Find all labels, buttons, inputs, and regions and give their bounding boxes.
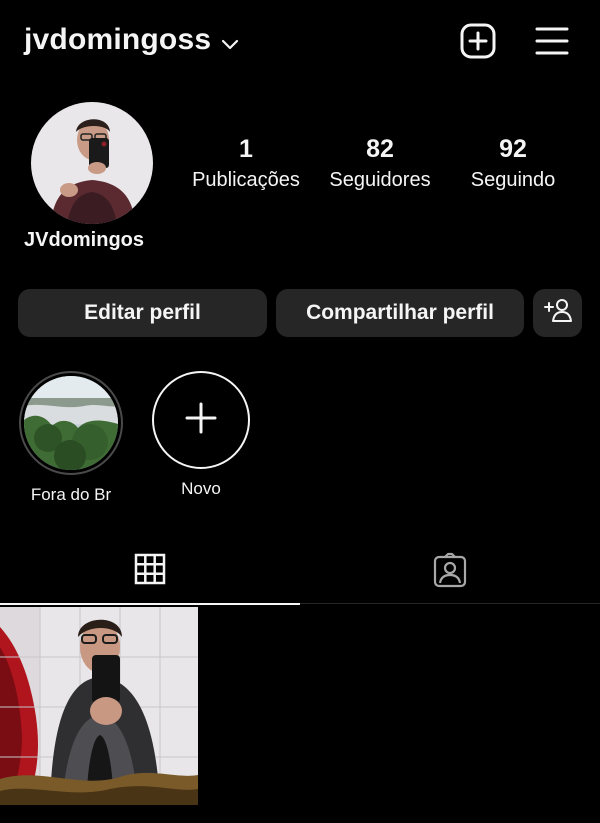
grid-icon	[134, 553, 166, 590]
display-name: JVdomingos	[24, 229, 145, 251]
tagged-person-icon	[432, 552, 468, 593]
top-bar: jvdomingoss	[0, 0, 600, 82]
followers-count: 82	[366, 135, 394, 163]
following-count: 92	[499, 135, 527, 163]
hamburger-menu-icon[interactable]	[533, 22, 571, 60]
share-profile-button[interactable]: Compartilhar perfil	[276, 289, 524, 337]
new-highlight-button[interactable]: Novo	[146, 371, 256, 499]
following-label: Seguindo	[470, 169, 556, 191]
posts-count: 1	[239, 135, 253, 163]
edit-profile-button[interactable]: Editar perfil	[18, 289, 267, 337]
highlight-cover-image	[24, 376, 118, 470]
discover-people-button[interactable]	[533, 289, 582, 337]
stat-following[interactable]: 92 Seguindo	[453, 132, 573, 194]
tab-posts-grid[interactable]	[0, 540, 300, 605]
plus-icon	[184, 401, 218, 440]
username-switcher[interactable]: jvdomingoss	[24, 22, 239, 58]
tab-tagged[interactable]	[300, 540, 600, 604]
posts-label: Publicações	[192, 169, 300, 191]
highlight-ring	[19, 371, 123, 475]
stat-followers[interactable]: 82 Seguidores	[320, 132, 440, 194]
post-thumbnail[interactable]	[0, 607, 198, 805]
new-highlight-label: Novo	[181, 479, 221, 498]
profile-avatar[interactable]	[31, 102, 153, 224]
new-highlight-ring	[152, 371, 250, 469]
stat-posts[interactable]: 1 Publicações	[186, 132, 306, 194]
profile-tabs	[0, 540, 600, 605]
highlight-item[interactable]: Fora do Br	[16, 371, 126, 505]
add-person-icon	[543, 297, 573, 329]
chevron-down-icon	[221, 24, 239, 58]
plus-square-icon[interactable]	[459, 22, 497, 60]
followers-label: Seguidores	[329, 169, 431, 191]
highlight-label: Fora do Br	[30, 485, 112, 504]
username: jvdomingoss	[24, 23, 212, 56]
